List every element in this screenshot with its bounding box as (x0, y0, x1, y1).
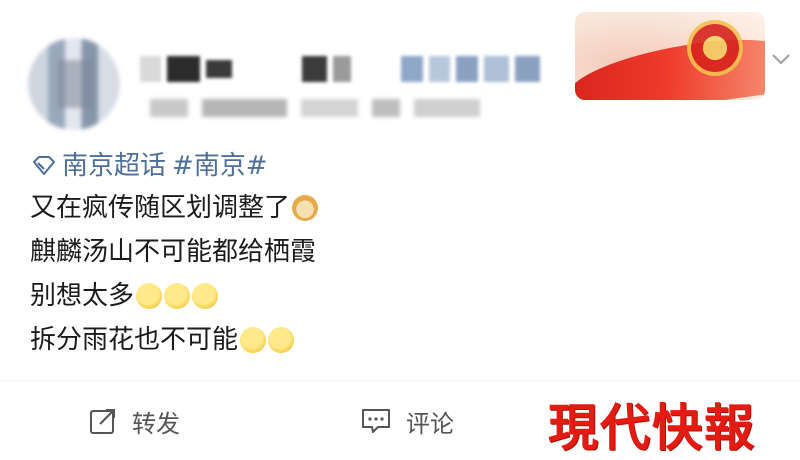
comment-button[interactable]: 评论 (360, 396, 454, 446)
super-topic-link[interactable]: 南京超话 (62, 146, 166, 186)
repost-label: 转发 (132, 409, 180, 438)
shush-emoji-icon (192, 283, 219, 309)
post-line: 拆分雨花也不可能 (30, 318, 770, 362)
post-content: 南京超话 #南京# 又在疯传随区划调整了 麒麟汤山不可能都给栖霞 别想太多 拆分… (30, 146, 770, 362)
post-text: 又在疯传随区划调整了 (30, 193, 291, 223)
doge-emoji-icon (292, 195, 319, 221)
comment-label: 评论 (406, 409, 454, 438)
shush-emoji-icon (164, 283, 191, 309)
post-text: 别想太多 (30, 281, 135, 311)
comment-icon (362, 409, 390, 433)
post-text: 拆分雨花也不可能 (30, 325, 239, 355)
post-line: 又在疯传随区划调整了 (30, 186, 770, 230)
divider (0, 380, 800, 381)
username-blurred[interactable] (140, 52, 541, 86)
repost-button[interactable]: 转发 (88, 396, 180, 446)
chevron-down-icon[interactable] (770, 48, 792, 70)
decorative-banner (575, 12, 765, 100)
repost-icon (90, 409, 115, 434)
post-meta-blurred (150, 96, 480, 120)
topic-line: 南京超话 #南京# (30, 146, 770, 186)
shush-emoji-icon (268, 327, 295, 353)
post-line: 麒麟汤山不可能都给栖霞 (30, 230, 770, 274)
hashtag-link[interactable]: #南京# (172, 146, 268, 186)
post-line: 别想太多 (30, 274, 770, 318)
emblem-icon (687, 20, 743, 76)
watermark-logo: 現代快報 (548, 398, 756, 457)
shush-emoji-icon (136, 283, 163, 309)
post-text: 麒麟汤山不可能都给栖霞 (30, 237, 317, 267)
shush-emoji-icon (240, 327, 267, 353)
avatar[interactable] (28, 38, 120, 130)
weibo-post: 南京超话 #南京# 又在疯传随区划调整了 麒麟汤山不可能都给栖霞 别想太多 拆分… (0, 0, 800, 458)
super-topic-diamond-icon (33, 156, 55, 175)
